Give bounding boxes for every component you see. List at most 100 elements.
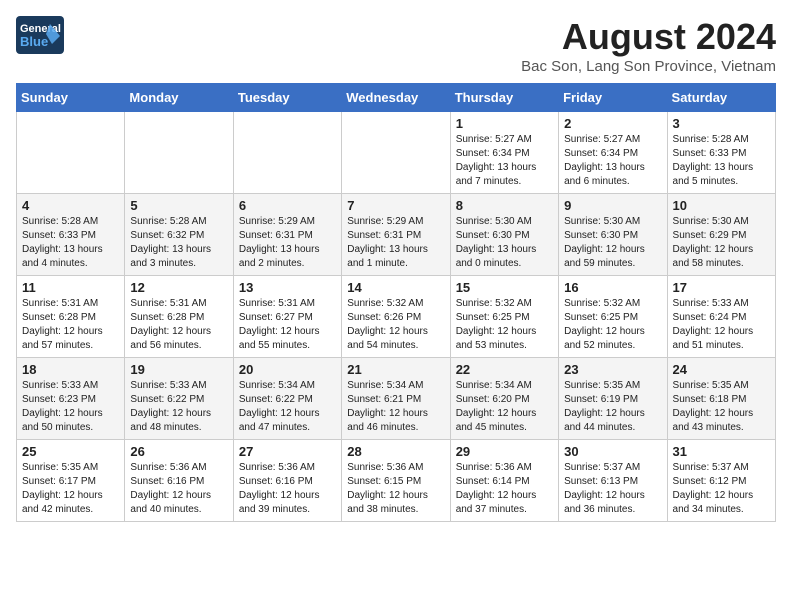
day-cell: 28 Sunrise: 5:36 AM Sunset: 6:15 PM Dayli… <box>342 440 450 522</box>
day-number: 12 <box>130 280 227 295</box>
day-info: Sunrise: 5:30 AM Sunset: 6:30 PM Dayligh… <box>456 215 553 271</box>
day-cell: 24 Sunrise: 5:35 AM Sunset: 6:18 PM Dayli… <box>667 358 775 440</box>
day-cell: 14 Sunrise: 5:32 AM Sunset: 6:26 PM Dayli… <box>342 276 450 358</box>
day-cell: 8Sunrise: 5:30 AM Sunset: 6:30 PM Daylig… <box>450 194 558 276</box>
day-number: 24 <box>673 362 770 377</box>
calendar-table: SundayMondayTuesdayWednesdayThursdayFrid… <box>16 83 776 522</box>
day-number: 21 <box>347 362 444 377</box>
day-number: 2 <box>564 116 661 131</box>
day-number: 23 <box>564 362 661 377</box>
day-cell: 5Sunrise: 5:28 AM Sunset: 6:32 PM Daylig… <box>125 194 233 276</box>
weekday-header-tuesday: Tuesday <box>233 84 341 112</box>
day-cell: 11 Sunrise: 5:31 AM Sunset: 6:28 PM Dayli… <box>17 276 125 358</box>
day-cell: 17 Sunrise: 5:33 AM Sunset: 6:24 PM Dayli… <box>667 276 775 358</box>
day-number: 13 <box>239 280 336 295</box>
day-number: 28 <box>347 444 444 459</box>
day-cell: 16 Sunrise: 5:32 AM Sunset: 6:25 PM Dayli… <box>559 276 667 358</box>
day-cell: 25 Sunrise: 5:35 AM Sunset: 6:17 PM Dayli… <box>17 440 125 522</box>
day-number: 7 <box>347 198 444 213</box>
day-cell: 7 Sunrise: 5:29 AM Sunset: 6:31 PM Daylig… <box>342 194 450 276</box>
day-number: 11 <box>22 280 119 295</box>
day-number: 17 <box>673 280 770 295</box>
week-row-5: 25 Sunrise: 5:35 AM Sunset: 6:17 PM Dayli… <box>17 440 776 522</box>
day-cell: 23 Sunrise: 5:35 AM Sunset: 6:19 PM Dayli… <box>559 358 667 440</box>
day-cell: 4 Sunrise: 5:28 AM Sunset: 6:33 PM Daylig… <box>17 194 125 276</box>
day-info: Sunrise: 5:35 AM Sunset: 6:18 PM Dayligh… <box>673 379 770 435</box>
week-row-1: 1 Sunrise: 5:27 AM Sunset: 6:34 PM Daylig… <box>17 112 776 194</box>
day-info: Sunrise: 5:33 AM Sunset: 6:22 PM Dayligh… <box>130 379 227 435</box>
day-info: Sunrise: 5:33 AM Sunset: 6:23 PM Dayligh… <box>22 379 119 435</box>
day-cell: 13 Sunrise: 5:31 AM Sunset: 6:27 PM Dayli… <box>233 276 341 358</box>
day-info: Sunrise: 5:35 AM Sunset: 6:19 PM Dayligh… <box>564 379 661 435</box>
day-number: 3 <box>673 116 770 131</box>
day-cell <box>342 112 450 194</box>
day-number: 6 <box>239 198 336 213</box>
day-cell: 26Sunrise: 5:36 AM Sunset: 6:16 PM Dayli… <box>125 440 233 522</box>
day-info: Sunrise: 5:33 AM Sunset: 6:24 PM Dayligh… <box>673 297 770 353</box>
day-cell: 19 Sunrise: 5:33 AM Sunset: 6:22 PM Dayli… <box>125 358 233 440</box>
day-cell: 31 Sunrise: 5:37 AM Sunset: 6:12 PM Dayli… <box>667 440 775 522</box>
day-info: Sunrise: 5:36 AM Sunset: 6:15 PM Dayligh… <box>347 461 444 517</box>
day-number: 4 <box>22 198 119 213</box>
day-number: 10 <box>673 198 770 213</box>
day-cell: 12 Sunrise: 5:31 AM Sunset: 6:28 PM Dayli… <box>125 276 233 358</box>
weekday-header-friday: Friday <box>559 84 667 112</box>
weekday-header: SundayMondayTuesdayWednesdayThursdayFrid… <box>17 84 776 112</box>
day-number: 15 <box>456 280 553 295</box>
weekday-header-sunday: Sunday <box>17 84 125 112</box>
header: General Blue August 2024 Bac Son, Lang S… <box>16 16 776 75</box>
day-info: Sunrise: 5:27 AM Sunset: 6:34 PM Dayligh… <box>564 133 661 189</box>
week-row-3: 11 Sunrise: 5:31 AM Sunset: 6:28 PM Dayli… <box>17 276 776 358</box>
month-title: August 2024 <box>521 16 776 58</box>
day-number: 22 <box>456 362 553 377</box>
day-cell: 20 Sunrise: 5:34 AM Sunset: 6:22 PM Dayli… <box>233 358 341 440</box>
svg-text:Blue: Blue <box>20 34 48 49</box>
weekday-header-saturday: Saturday <box>667 84 775 112</box>
day-info: Sunrise: 5:34 AM Sunset: 6:22 PM Dayligh… <box>239 379 336 435</box>
day-cell: 22Sunrise: 5:34 AM Sunset: 6:20 PM Dayli… <box>450 358 558 440</box>
day-info: Sunrise: 5:35 AM Sunset: 6:17 PM Dayligh… <box>22 461 119 517</box>
day-number: 29 <box>456 444 553 459</box>
day-info: Sunrise: 5:28 AM Sunset: 6:33 PM Dayligh… <box>673 133 770 189</box>
week-row-4: 18 Sunrise: 5:33 AM Sunset: 6:23 PM Dayli… <box>17 358 776 440</box>
logo: General Blue <box>16 16 64 54</box>
day-info: Sunrise: 5:30 AM Sunset: 6:29 PM Dayligh… <box>673 215 770 271</box>
day-cell <box>233 112 341 194</box>
day-info: Sunrise: 5:31 AM Sunset: 6:27 PM Dayligh… <box>239 297 336 353</box>
day-cell: 15 Sunrise: 5:32 AM Sunset: 6:25 PM Dayli… <box>450 276 558 358</box>
day-cell: 18 Sunrise: 5:33 AM Sunset: 6:23 PM Dayli… <box>17 358 125 440</box>
day-info: Sunrise: 5:29 AM Sunset: 6:31 PM Dayligh… <box>239 215 336 271</box>
title-block: August 2024 Bac Son, Lang Son Province, … <box>521 16 776 75</box>
day-number: 16 <box>564 280 661 295</box>
day-info: Sunrise: 5:30 AM Sunset: 6:30 PM Dayligh… <box>564 215 661 271</box>
day-cell: 21Sunrise: 5:34 AM Sunset: 6:21 PM Dayli… <box>342 358 450 440</box>
day-info: Sunrise: 5:31 AM Sunset: 6:28 PM Dayligh… <box>130 297 227 353</box>
day-cell: 29 Sunrise: 5:36 AM Sunset: 6:14 PM Dayli… <box>450 440 558 522</box>
day-number: 31 <box>673 444 770 459</box>
day-info: Sunrise: 5:36 AM Sunset: 6:16 PM Dayligh… <box>239 461 336 517</box>
day-info: Sunrise: 5:28 AM Sunset: 6:33 PM Dayligh… <box>22 215 119 271</box>
day-cell: 3 Sunrise: 5:28 AM Sunset: 6:33 PM Daylig… <box>667 112 775 194</box>
day-number: 1 <box>456 116 553 131</box>
day-number: 19 <box>130 362 227 377</box>
day-number: 5 <box>130 198 227 213</box>
day-info: Sunrise: 5:36 AM Sunset: 6:14 PM Dayligh… <box>456 461 553 517</box>
day-number: 14 <box>347 280 444 295</box>
day-info: Sunrise: 5:37 AM Sunset: 6:12 PM Dayligh… <box>673 461 770 517</box>
day-info: Sunrise: 5:32 AM Sunset: 6:26 PM Dayligh… <box>347 297 444 353</box>
day-cell <box>17 112 125 194</box>
day-info: Sunrise: 5:32 AM Sunset: 6:25 PM Dayligh… <box>456 297 553 353</box>
weekday-header-wednesday: Wednesday <box>342 84 450 112</box>
day-number: 20 <box>239 362 336 377</box>
day-info: Sunrise: 5:31 AM Sunset: 6:28 PM Dayligh… <box>22 297 119 353</box>
day-number: 25 <box>22 444 119 459</box>
day-info: Sunrise: 5:32 AM Sunset: 6:25 PM Dayligh… <box>564 297 661 353</box>
day-cell <box>125 112 233 194</box>
day-number: 18 <box>22 362 119 377</box>
weekday-header-monday: Monday <box>125 84 233 112</box>
day-info: Sunrise: 5:29 AM Sunset: 6:31 PM Dayligh… <box>347 215 444 271</box>
calendar-body: 1 Sunrise: 5:27 AM Sunset: 6:34 PM Daylig… <box>17 112 776 522</box>
day-cell: 1Sunrise: 5:27 AM Sunset: 6:34 PM Daylig… <box>450 112 558 194</box>
day-number: 30 <box>564 444 661 459</box>
week-row-2: 4 Sunrise: 5:28 AM Sunset: 6:33 PM Daylig… <box>17 194 776 276</box>
